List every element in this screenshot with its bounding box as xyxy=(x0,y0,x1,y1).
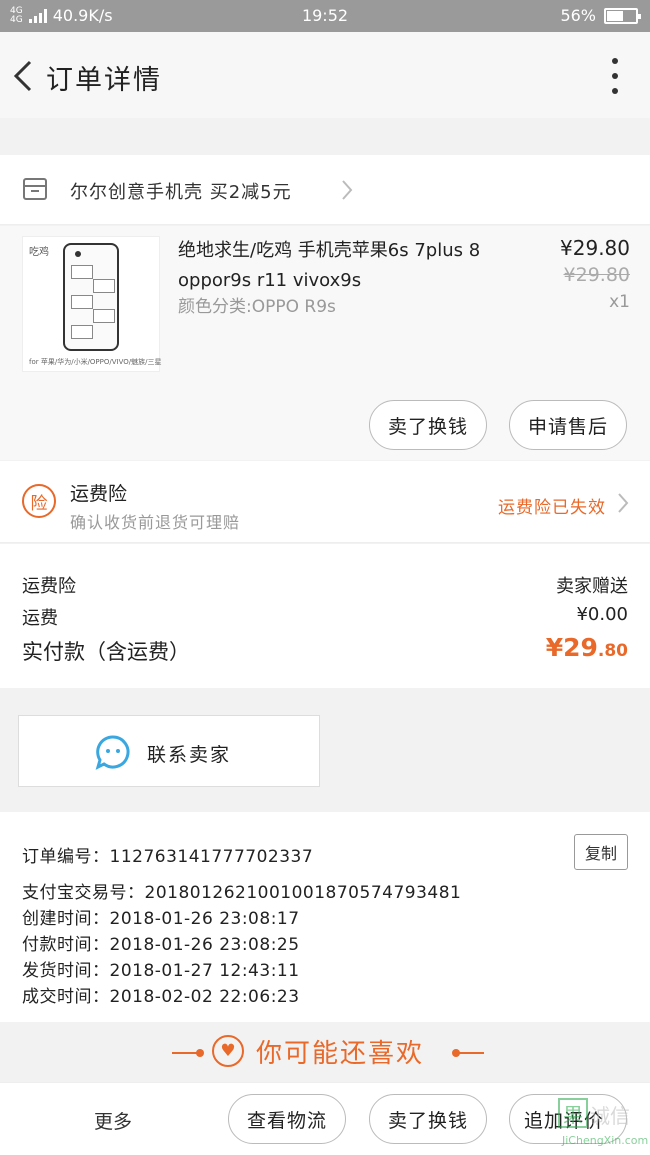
fee-insurance-label: 运费险 xyxy=(22,576,76,597)
title-bar: 订单详情 xyxy=(0,32,650,118)
fee-shipping-label: 运费 xyxy=(22,608,58,629)
watermark: 果 诚信 JiChengXin.com xyxy=(532,1096,648,1150)
insurance-desc: 确认收货前退货可理赔 xyxy=(70,513,241,532)
battery-icon xyxy=(604,7,641,24)
recommend-title: 你可能还喜欢 xyxy=(256,1039,425,1069)
more-button[interactable]: 更多 xyxy=(94,1107,132,1134)
product-name[interactable]: 绝地求生/吃鸡 手机壳苹果6s 7plus 8 oppor9s r11 vivo… xyxy=(178,236,508,296)
watermark-logo-icon: 果 xyxy=(558,1098,588,1128)
heart-icon: ♥ xyxy=(212,1035,244,1067)
contact-section: 联系卖家 xyxy=(0,700,650,795)
thumb-stamp: 吃鸡 xyxy=(29,247,49,258)
sell-again-button[interactable]: 卖了换钱 xyxy=(369,1094,487,1144)
total-amount: ¥29.80 xyxy=(545,633,628,662)
product-thumbnail[interactable]: 吃鸡 for 苹果/华为/小米/OPPO/VIVO/魅族/三星 xyxy=(22,236,162,372)
watermark-text: 诚信 xyxy=(590,1104,630,1128)
fee-row-insurance: 运费险 卖家赠送 xyxy=(22,572,628,598)
after-sale-button[interactable]: 申请售后 xyxy=(509,400,627,450)
shop-row[interactable]: 尔尔创意手机壳 买2减5元 xyxy=(0,155,650,225)
dot-left xyxy=(196,1049,204,1057)
product-sku: 颜色分类:OPPO R9s xyxy=(178,297,336,317)
watermark-url: JiChengXin.com xyxy=(562,1134,649,1147)
battery-percent: 56% xyxy=(560,6,596,25)
chevron-right-icon xyxy=(342,180,353,200)
chevron-right-icon xyxy=(618,493,629,513)
fee-insurance-value: 卖家赠送 xyxy=(556,576,628,597)
insurance-title: 运费险 xyxy=(70,483,128,505)
order-number: 订单编号：112763141777702337 xyxy=(22,847,314,867)
insurance-icon: 险 xyxy=(22,484,56,518)
chat-bubble-icon xyxy=(95,735,130,770)
clock: 19:52 xyxy=(301,6,349,25)
created-time: 创建时间：2018-01-26 23:08:17 xyxy=(22,909,300,929)
recommend-header: ♥ 你可能还喜欢 xyxy=(0,1022,650,1082)
order-info: 订单编号：112763141777702337 复制 支付宝交易号：201801… xyxy=(0,812,650,1022)
thumb-caption: for 苹果/华为/小米/OPPO/VIVO/魅族/三星 xyxy=(29,358,162,366)
contact-seller-button[interactable]: 联系卖家 xyxy=(18,715,320,787)
back-button[interactable] xyxy=(10,58,36,94)
more-menu-button[interactable] xyxy=(610,58,620,94)
original-price: ¥29.80 xyxy=(563,264,630,286)
shipping-insurance-row[interactable]: 险 运费险 确认收货前退货可理赔 运费险已失效 xyxy=(0,461,650,543)
phone-case-image xyxy=(63,243,119,351)
alipay-trade-no: 支付宝交易号：2018012621001001870574793481 xyxy=(22,883,462,903)
store-icon xyxy=(23,178,47,200)
contact-seller-label: 联系卖家 xyxy=(147,744,232,766)
fee-row-total: 实付款（含运费） ¥29.80 xyxy=(22,633,628,666)
view-logistics-button[interactable]: 查看物流 xyxy=(228,1094,346,1144)
insurance-status: 运费险已失效 xyxy=(498,498,606,518)
product-quantity: x1 xyxy=(609,292,630,312)
copy-button[interactable]: 复制 xyxy=(574,834,628,870)
chevron-left-icon xyxy=(13,60,32,92)
total-label: 实付款（含运费） xyxy=(22,640,190,664)
paid-time: 付款时间：2018-01-26 23:08:25 xyxy=(22,935,300,955)
page-title: 订单详情 xyxy=(46,65,162,96)
divider-right xyxy=(456,1052,484,1054)
fee-row-shipping: 运费 ¥0.00 xyxy=(22,604,628,630)
order-item[interactable]: 吃鸡 for 苹果/华为/小米/OPPO/VIVO/魅族/三星 绝地求生/吃鸡 … xyxy=(0,226,650,460)
shop-name: 尔尔创意手机壳 买2减5元 xyxy=(70,182,292,203)
sell-button[interactable]: 卖了换钱 xyxy=(369,400,487,450)
status-bar: 4G 4G 40.9K/s 19:52 56% xyxy=(0,0,650,32)
completed-time: 成交时间：2018-02-02 22:06:23 xyxy=(22,987,300,1007)
fee-shipping-value: ¥0.00 xyxy=(576,604,628,625)
status-right: 56% xyxy=(560,6,641,25)
product-price: ¥29.80 xyxy=(560,236,630,260)
shipped-time: 发货时间：2018-01-27 12:43:11 xyxy=(22,961,300,981)
fee-summary: 运费险 卖家赠送 运费 ¥0.00 实付款（含运费） ¥29.80 xyxy=(0,544,650,688)
